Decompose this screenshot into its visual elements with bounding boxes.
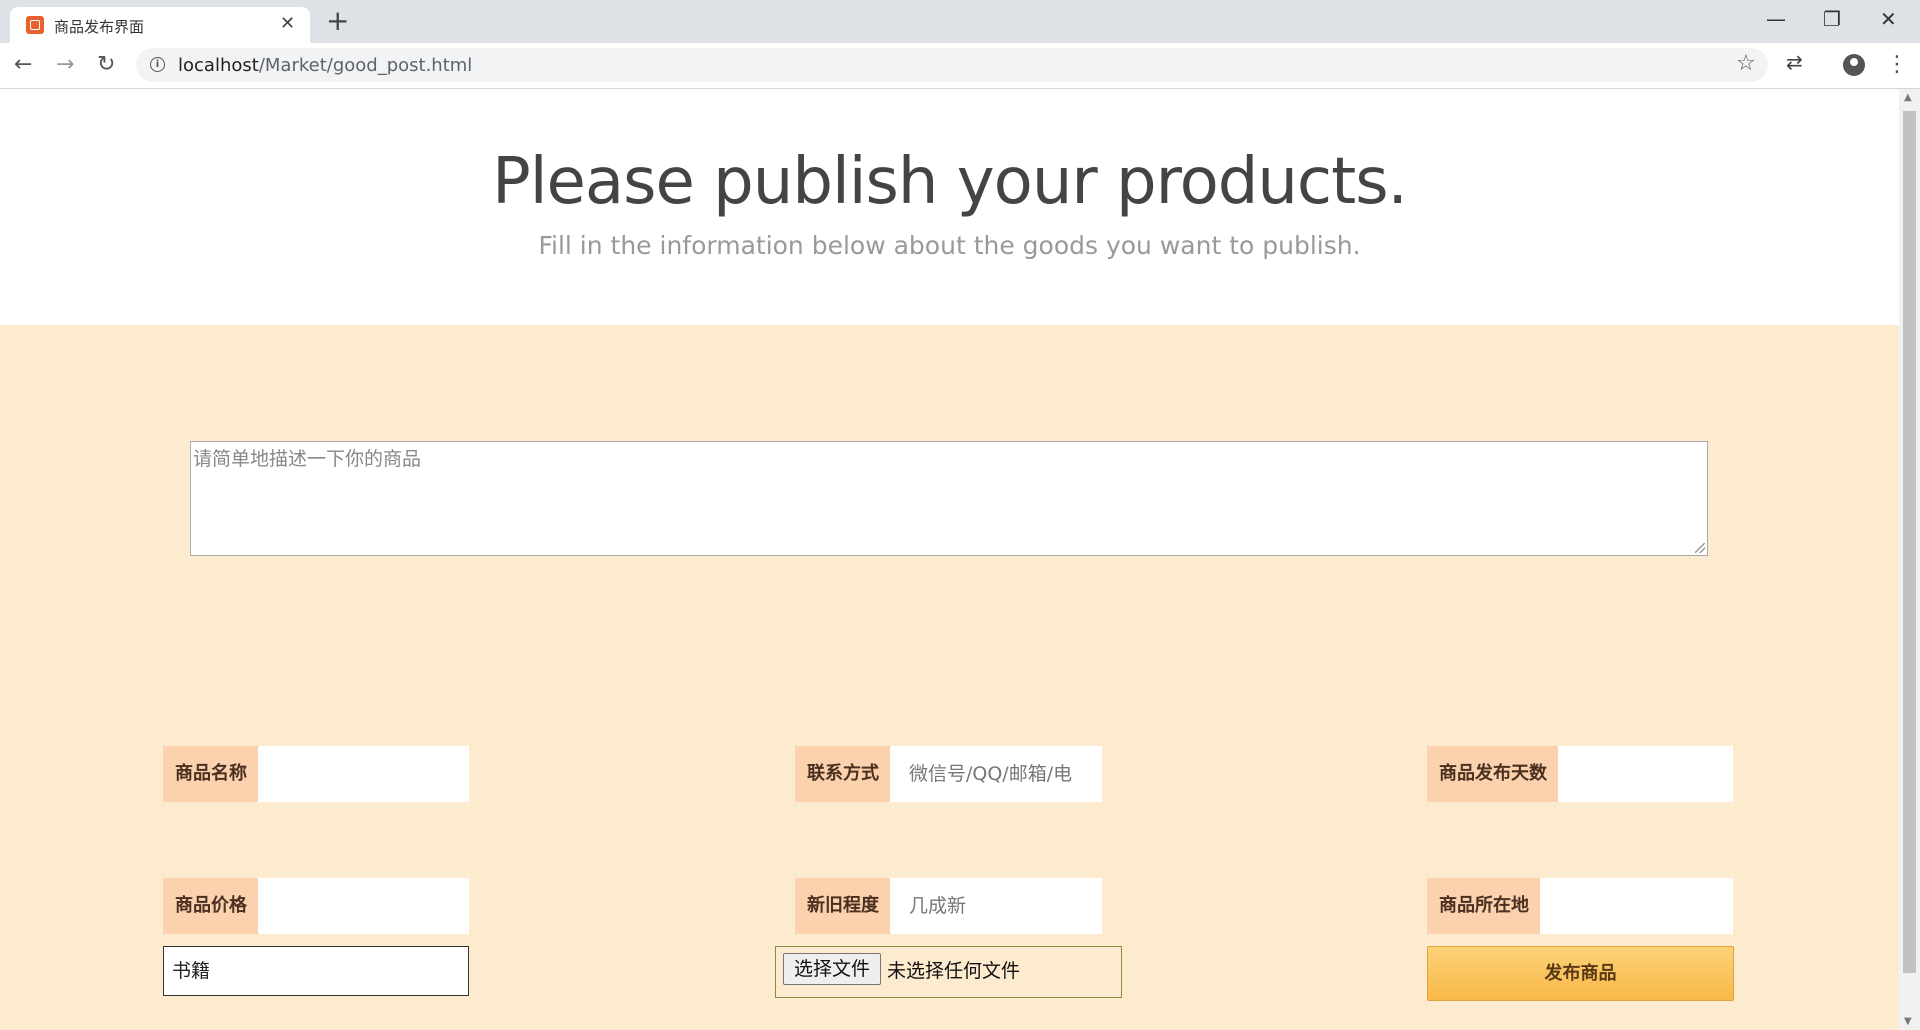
price-label: 商品价格: [163, 878, 258, 934]
product-name-input[interactable]: [258, 746, 488, 802]
xampp-favicon-icon: [26, 16, 44, 34]
browser-menu-icon[interactable]: ⋮: [1886, 50, 1908, 80]
info-icon[interactable]: i: [150, 57, 165, 72]
price-input[interactable]: [258, 878, 488, 934]
location-input[interactable]: [1540, 878, 1752, 934]
browser-toolbar: ← → ↻ i localhost/Market/good_post.html …: [0, 43, 1920, 89]
file-status-text: 未选择任何文件: [887, 960, 1021, 982]
url-host: localhost: [178, 55, 259, 76]
contact-input[interactable]: 微信号/QQ/邮箱/电: [890, 746, 1121, 802]
new-tab-button[interactable]: +: [326, 4, 349, 38]
contact-field[interactable]: 联系方式 微信号/QQ/邮箱/电: [795, 746, 1102, 802]
location-field[interactable]: 商品所在地: [1427, 878, 1733, 934]
publish-days-label: 商品发布天数: [1427, 746, 1558, 802]
price-field[interactable]: 商品价格: [163, 878, 469, 934]
scrollbar-thumb[interactable]: [1903, 111, 1916, 973]
description-placeholder: 请简单地描述一下你的商品: [193, 448, 422, 470]
browser-tab[interactable]: 商品发布界面 ✕: [10, 7, 310, 43]
extension-icon[interactable]: ⇄: [1786, 50, 1803, 74]
publish-days-field[interactable]: 商品发布天数: [1427, 746, 1733, 802]
choose-file-button[interactable]: 选择文件: [783, 953, 881, 985]
address-bar[interactable]: i localhost/Market/good_post.html ☆: [136, 48, 1768, 82]
bookmark-star-icon[interactable]: ☆: [1736, 51, 1756, 76]
condition-label: 新旧程度: [795, 878, 890, 934]
minimize-icon[interactable]: —: [1766, 4, 1786, 34]
restore-icon[interactable]: ❐: [1823, 4, 1841, 34]
resize-grip-icon[interactable]: [1695, 543, 1705, 553]
scroll-down-icon[interactable]: ▼: [1904, 1016, 1912, 1027]
category-select[interactable]: 书籍: [163, 946, 469, 996]
file-upload[interactable]: 选择文件 未选择任何文件: [775, 946, 1122, 998]
page-scrollbar[interactable]: ▲ ▼: [1899, 89, 1920, 1030]
publish-days-input[interactable]: [1558, 746, 1752, 802]
url-text: localhost/Market/good_post.html: [178, 55, 472, 76]
forward-icon[interactable]: →: [56, 50, 74, 80]
product-name-field[interactable]: 商品名称: [163, 746, 469, 802]
hero-section: Please publish your products. Fill in th…: [0, 89, 1899, 325]
location-label: 商品所在地: [1427, 878, 1540, 934]
condition-input[interactable]: 几成新: [890, 878, 1121, 934]
browser-tab-strip: 商品发布界面 ✕ + — ❐ ✕: [0, 0, 1920, 43]
description-textarea[interactable]: 请简单地描述一下你的商品: [190, 441, 1708, 556]
profile-avatar-icon[interactable]: [1843, 54, 1865, 76]
scroll-up-icon[interactable]: ▲: [1904, 92, 1912, 103]
page-viewport: Please publish your products. Fill in th…: [0, 89, 1899, 1030]
reload-icon[interactable]: ↻: [97, 50, 115, 80]
publish-form: 请简单地描述一下你的商品 商品名称 联系方式 微信号/QQ/邮箱/电 商品发布天…: [0, 325, 1899, 1030]
window-close-icon[interactable]: ✕: [1880, 4, 1897, 34]
publish-button[interactable]: 发布商品: [1427, 946, 1734, 1001]
page-title: Please publish your products.: [492, 145, 1408, 219]
url-path: /Market/good_post.html: [258, 55, 473, 76]
back-icon[interactable]: ←: [14, 50, 32, 80]
tab-title: 商品发布界面: [54, 18, 145, 36]
contact-label: 联系方式: [795, 746, 890, 802]
page-subtitle: Fill in the information below about the …: [538, 231, 1361, 260]
condition-field[interactable]: 新旧程度 几成新: [795, 878, 1102, 934]
product-name-label: 商品名称: [163, 746, 258, 802]
tab-close-icon[interactable]: ✕: [280, 13, 295, 34]
